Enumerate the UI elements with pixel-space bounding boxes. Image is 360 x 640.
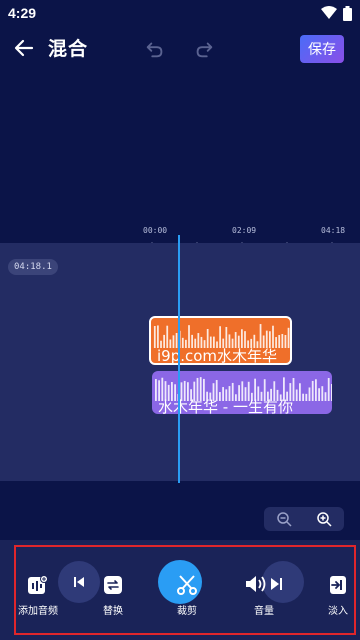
wave-bar xyxy=(299,383,301,401)
current-time-badge: 04:18.1 xyxy=(8,259,58,275)
wave-bar xyxy=(272,325,274,348)
highlight-box xyxy=(14,545,356,635)
status-bar: 4:29 xyxy=(0,0,360,26)
zoom-in-icon xyxy=(317,512,332,527)
wave-bar xyxy=(287,327,290,348)
redo-icon[interactable] xyxy=(193,38,215,60)
wave-bar xyxy=(269,331,271,348)
wave-bar xyxy=(284,335,287,348)
track-area[interactable]: 04:18.1 i9p.com水木年华 水木年华 - 一生有你 xyxy=(0,243,360,481)
zoom-controls xyxy=(264,507,344,531)
app-bar: 混合 保存 xyxy=(0,28,360,68)
wave-bar xyxy=(281,333,284,348)
tick-label: 00:00 xyxy=(143,226,168,235)
wave-bar xyxy=(188,325,190,348)
wave-bar xyxy=(155,379,157,401)
tick-label: 04:18 xyxy=(321,226,346,235)
wave-bar xyxy=(295,389,298,401)
wave-bar xyxy=(197,333,200,348)
wave-bar xyxy=(259,324,262,348)
wave-bar xyxy=(331,384,332,401)
zoom-in-button[interactable] xyxy=(314,509,334,529)
wave-bar xyxy=(244,331,246,348)
zoom-out-button[interactable] xyxy=(274,509,294,529)
wave-bar xyxy=(157,325,159,348)
status-icons xyxy=(321,5,352,21)
wave-bar xyxy=(305,393,308,401)
wifi-icon xyxy=(321,6,337,19)
waveform xyxy=(153,324,290,348)
wave-bar xyxy=(315,379,317,401)
wave-bar xyxy=(219,326,221,348)
wave-bar xyxy=(153,325,156,348)
wave-bar xyxy=(321,386,324,401)
tick-label: 02:09 xyxy=(232,226,257,235)
wave-bar xyxy=(318,388,320,401)
wave-bar xyxy=(166,325,169,348)
back-arrow-icon[interactable] xyxy=(12,36,36,60)
clip-label: i9p.com水木年华 xyxy=(157,347,278,365)
save-button[interactable]: 保存 xyxy=(300,35,344,63)
wave-bar xyxy=(265,330,268,348)
status-time: 4:29 xyxy=(8,5,37,21)
wave-bar xyxy=(302,393,304,401)
wave-bar xyxy=(308,387,311,401)
undo-icon[interactable] xyxy=(144,38,166,60)
page-title: 混合 xyxy=(48,38,89,60)
wave-bar xyxy=(311,380,314,401)
playhead[interactable] xyxy=(178,235,180,483)
wave-bar xyxy=(234,332,237,348)
zoom-out-icon xyxy=(277,512,292,527)
wave-bar xyxy=(225,326,228,348)
battery-icon xyxy=(343,5,352,21)
wave-bar xyxy=(327,378,330,401)
wave-bar xyxy=(324,392,327,401)
wave-bar xyxy=(206,328,209,348)
wave-bar xyxy=(241,329,243,348)
audio-clip[interactable]: i9p.com水木年华 xyxy=(149,316,292,365)
wave-bar xyxy=(278,335,281,348)
wave-bar xyxy=(228,334,231,348)
